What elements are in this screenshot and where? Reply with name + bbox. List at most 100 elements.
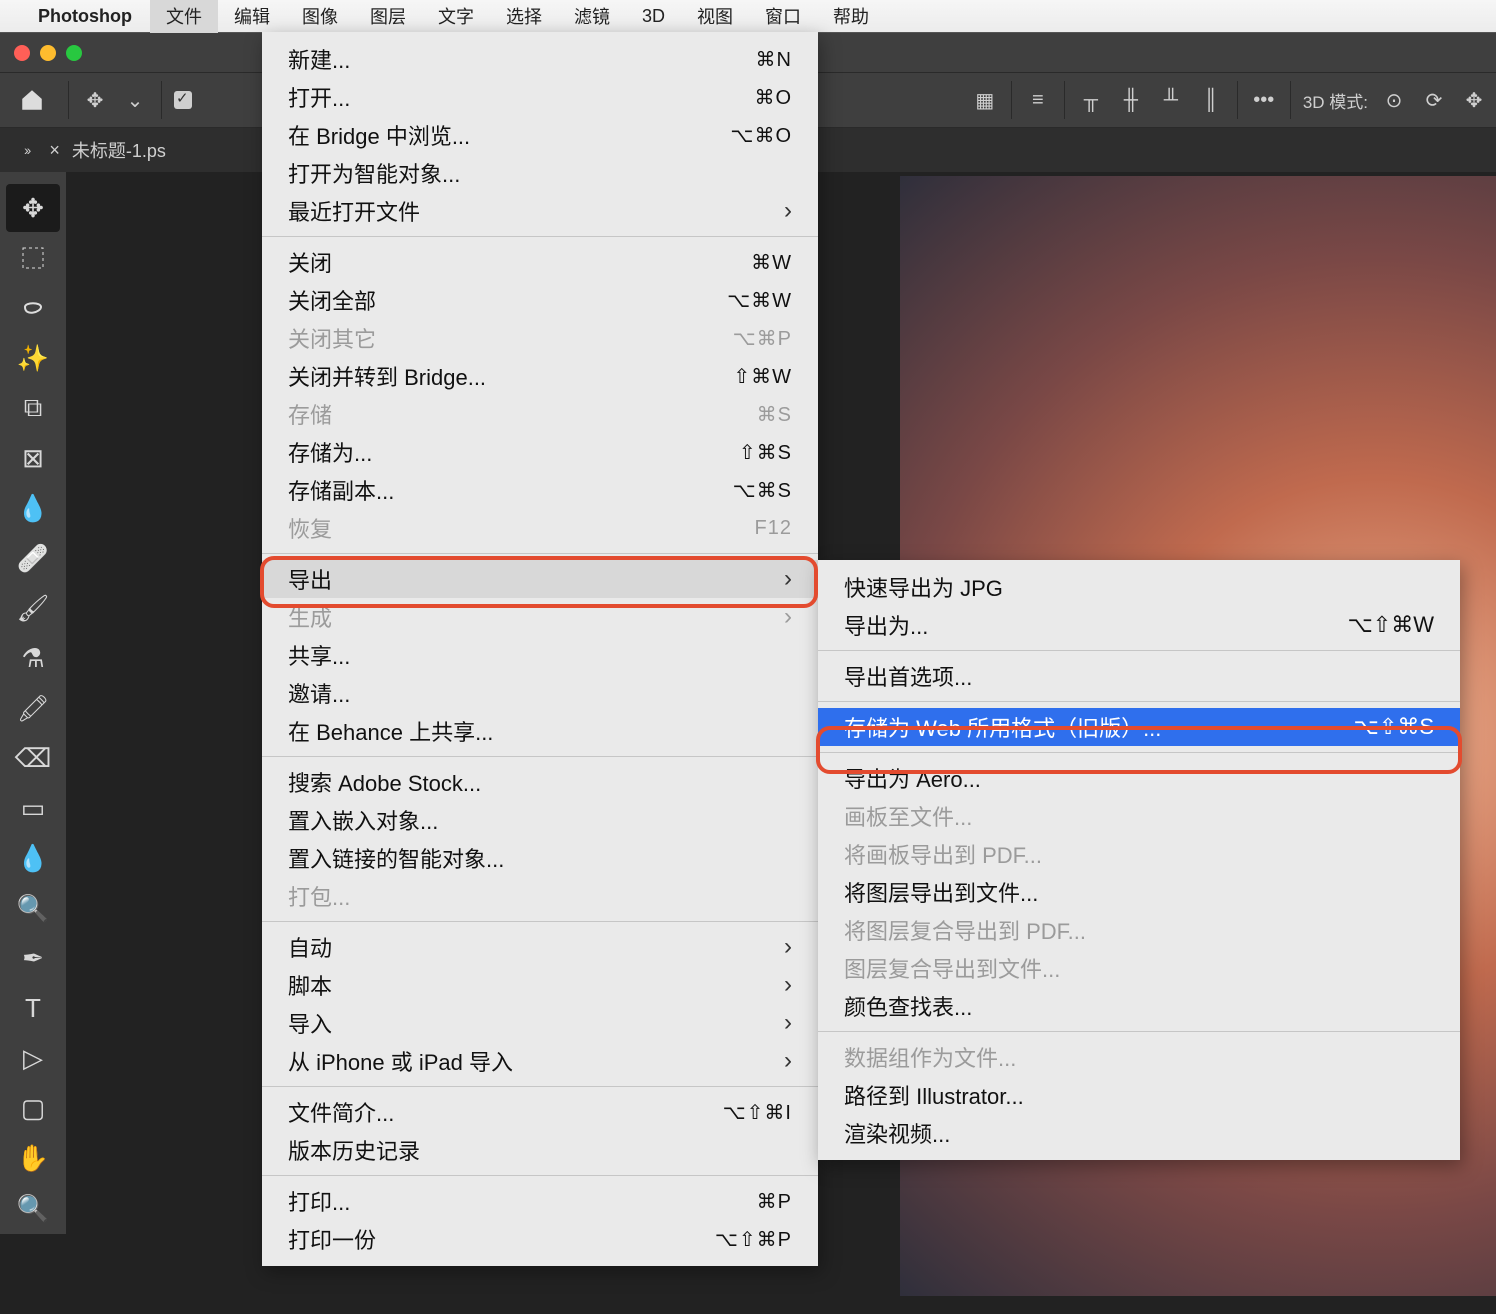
magic-wand-tool[interactable]: ✨ bbox=[6, 334, 60, 382]
close-window-icon[interactable] bbox=[14, 45, 30, 61]
pan-3d-icon[interactable]: ✥ bbox=[1460, 86, 1488, 114]
export-submenu-item[interactable]: 存储为 Web 所用格式（旧版）...⌥⇧⌘S bbox=[818, 708, 1460, 746]
blur-tool[interactable]: 💧 bbox=[6, 834, 60, 882]
healing-brush-tool[interactable]: 🩹 bbox=[6, 534, 60, 582]
menu-item-shortcut: ⌘N bbox=[756, 47, 792, 72]
type-tool[interactable]: T bbox=[6, 984, 60, 1032]
eyedropper-tool[interactable]: 💧 bbox=[6, 484, 60, 532]
file-menu-item[interactable]: 打印一份⌥⇧⌘P bbox=[262, 1220, 818, 1258]
file-menu-item[interactable]: 在 Bridge 中浏览...⌥⌘O bbox=[262, 116, 818, 154]
export-submenu-item[interactable]: 导出为 Aero... bbox=[818, 759, 1460, 797]
align-center-icon[interactable]: ≡ bbox=[1024, 86, 1052, 114]
file-menu-item[interactable]: 共享... bbox=[262, 636, 818, 674]
menu-select[interactable]: 选择 bbox=[490, 0, 558, 33]
hand-tool[interactable]: ✋ bbox=[6, 1134, 60, 1182]
menu-item-label: 搜索 Adobe Stock... bbox=[288, 766, 481, 798]
crop-tool[interactable]: ⧉ bbox=[6, 384, 60, 432]
menu-item-label: 从 iPhone 或 iPad 导入 bbox=[288, 1045, 513, 1077]
menu-3d[interactable]: 3D bbox=[626, 2, 681, 31]
file-menu-item[interactable]: 打开为智能对象... bbox=[262, 154, 818, 192]
eraser-tool[interactable]: ⌫ bbox=[6, 734, 60, 782]
file-menu-item[interactable]: 置入嵌入对象... bbox=[262, 801, 818, 839]
menu-image[interactable]: 图像 bbox=[286, 0, 354, 33]
file-menu-item[interactable]: 导入 bbox=[262, 1004, 818, 1042]
file-menu-item[interactable]: 从 iPhone 或 iPad 导入 bbox=[262, 1042, 818, 1080]
brush-tool[interactable]: 🖌 bbox=[6, 584, 60, 632]
file-menu-item[interactable]: 导出 bbox=[262, 560, 818, 598]
rotate-3d-icon[interactable]: ⟳ bbox=[1420, 86, 1448, 114]
file-menu-item[interactable]: 搜索 Adobe Stock... bbox=[262, 763, 818, 801]
export-submenu-item[interactable]: 颜色查找表... bbox=[818, 987, 1460, 1025]
export-submenu-item[interactable]: 将图层导出到文件... bbox=[818, 873, 1460, 911]
move-tool[interactable]: ✥ bbox=[6, 184, 60, 232]
menu-item-label: 导入 bbox=[288, 1007, 332, 1039]
align-left-icon[interactable]: ▦ bbox=[971, 86, 999, 114]
distribute-middle-icon[interactable]: ╫ bbox=[1117, 86, 1145, 114]
rectangle-tool[interactable]: ▢ bbox=[6, 1084, 60, 1132]
dropdown-caret-icon[interactable]: ⌄ bbox=[121, 86, 149, 114]
lasso-tool[interactable] bbox=[6, 284, 60, 332]
auto-select-checkbox[interactable] bbox=[174, 91, 192, 109]
document-tab-title[interactable]: 未标题-1.ps bbox=[72, 137, 166, 163]
export-submenu-item[interactable]: 路径到 Illustrator... bbox=[818, 1076, 1460, 1114]
maximize-window-icon[interactable] bbox=[66, 45, 82, 61]
file-menu-item[interactable]: 在 Behance 上共享... bbox=[262, 712, 818, 750]
menu-filter[interactable]: 滤镜 bbox=[558, 0, 626, 33]
menu-item-shortcut: ⇧⌘S bbox=[739, 440, 792, 465]
export-submenu-item[interactable]: 导出首选项... bbox=[818, 657, 1460, 695]
file-menu-item[interactable]: 文件简介...⌥⇧⌘I bbox=[262, 1093, 818, 1131]
marquee-tool[interactable] bbox=[6, 234, 60, 282]
close-tab-button[interactable]: × bbox=[49, 140, 60, 161]
menu-item-label: 生成 bbox=[288, 601, 332, 633]
file-menu-item[interactable]: 版本历史记录 bbox=[262, 1131, 818, 1169]
file-menu-item: 恢复F12 bbox=[262, 509, 818, 547]
distribute-spacing-icon[interactable]: ║ bbox=[1197, 86, 1225, 114]
distribute-bottom-icon[interactable]: ╨ bbox=[1157, 86, 1185, 114]
file-menu-item[interactable]: 打开...⌘O bbox=[262, 78, 818, 116]
more-options-icon[interactable]: ••• bbox=[1250, 86, 1278, 114]
file-menu-item[interactable]: 新建...⌘N bbox=[262, 40, 818, 78]
file-menu-item[interactable]: 最近打开文件 bbox=[262, 192, 818, 230]
dodge-tool[interactable]: 🔍 bbox=[6, 884, 60, 932]
orbit-3d-icon[interactable]: ⊙ bbox=[1380, 86, 1408, 114]
menu-type[interactable]: 文字 bbox=[422, 0, 490, 33]
menu-layer[interactable]: 图层 bbox=[354, 0, 422, 33]
menu-view[interactable]: 视图 bbox=[681, 0, 749, 33]
frame-tool[interactable]: ⊠ bbox=[6, 434, 60, 482]
export-submenu-item: 将画板导出到 PDF... bbox=[818, 835, 1460, 873]
menu-file[interactable]: 文件 bbox=[150, 0, 218, 33]
menu-item-shortcut: ⌥⌘P bbox=[733, 326, 792, 351]
menu-item-label: 画板至文件... bbox=[844, 800, 972, 832]
export-submenu-item[interactable]: 快速导出为 JPG bbox=[818, 568, 1460, 606]
distribute-top-icon[interactable]: ╥ bbox=[1077, 86, 1105, 114]
file-menu-item[interactable]: 存储为...⇧⌘S bbox=[262, 433, 818, 471]
file-menu-item[interactable]: 存储副本...⌥⌘S bbox=[262, 471, 818, 509]
file-menu-item[interactable]: 脚本 bbox=[262, 966, 818, 1004]
export-submenu-item[interactable]: 导出为...⌥⇧⌘W bbox=[818, 606, 1460, 644]
collapse-panels-icon[interactable]: ›› bbox=[24, 142, 29, 158]
zoom-tool[interactable]: 🔍 bbox=[6, 1184, 60, 1232]
history-brush-tool[interactable]: 🖍 bbox=[6, 684, 60, 732]
minimize-window-icon[interactable] bbox=[40, 45, 56, 61]
file-menu-item[interactable]: 关闭⌘W bbox=[262, 243, 818, 281]
menu-item-label: 关闭并转到 Bridge... bbox=[288, 360, 486, 392]
file-menu-item[interactable]: 置入链接的智能对象... bbox=[262, 839, 818, 877]
pen-tool[interactable]: ✒ bbox=[6, 934, 60, 982]
export-submenu-item[interactable]: 渲染视频... bbox=[818, 1114, 1460, 1152]
menu-help[interactable]: 帮助 bbox=[817, 0, 885, 33]
file-menu-item[interactable]: 关闭全部⌥⌘W bbox=[262, 281, 818, 319]
file-menu-item[interactable]: 关闭并转到 Bridge...⇧⌘W bbox=[262, 357, 818, 395]
file-menu-item[interactable]: 打印...⌘P bbox=[262, 1182, 818, 1220]
file-menu-item[interactable]: 邀请... bbox=[262, 674, 818, 712]
menu-window[interactable]: 窗口 bbox=[749, 0, 817, 33]
export-submenu-item: 将图层复合导出到 PDF... bbox=[818, 911, 1460, 949]
menu-item-label: 关闭全部 bbox=[288, 284, 376, 316]
clone-stamp-tool[interactable]: ⚗ bbox=[6, 634, 60, 682]
gradient-tool[interactable]: ▭ bbox=[6, 784, 60, 832]
menu-item-label: 存储 bbox=[288, 398, 332, 430]
file-menu-item[interactable]: 自动 bbox=[262, 928, 818, 966]
menu-edit[interactable]: 编辑 bbox=[218, 0, 286, 33]
home-button[interactable] bbox=[8, 80, 56, 120]
path-selection-tool[interactable]: ▷ bbox=[6, 1034, 60, 1082]
move-tool-icon[interactable]: ✥ bbox=[81, 86, 109, 114]
